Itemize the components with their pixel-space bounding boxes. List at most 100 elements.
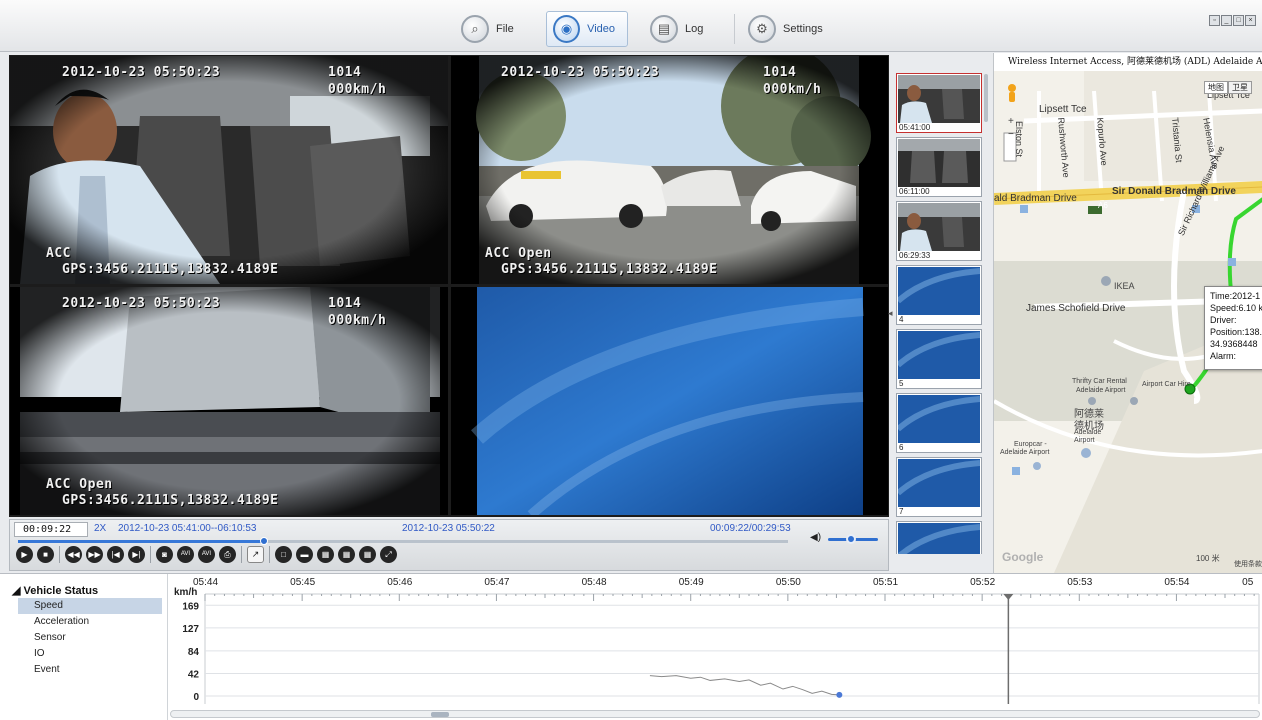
tab-settings[interactable]: ⚙ Settings bbox=[742, 11, 835, 47]
video-acc-status: ACC bbox=[46, 246, 71, 261]
popup-line: Speed:6.10 k bbox=[1210, 303, 1262, 313]
y-tick-label: 127 bbox=[182, 624, 199, 635]
video-gps: GPS:3456.2111S,13832.4189E bbox=[501, 262, 718, 277]
tree-item-speed[interactable]: Speed bbox=[18, 598, 162, 614]
next-icon[interactable]: ▶| bbox=[128, 546, 145, 563]
tree-root[interactable]: ◢ Vehicle Status bbox=[12, 584, 98, 597]
progress-handle[interactable] bbox=[260, 537, 269, 545]
x-tick-label: 05:45 bbox=[290, 577, 315, 588]
speed-series-line bbox=[649, 675, 840, 696]
progress-slider[interactable] bbox=[18, 537, 788, 545]
map-street-label: James Schofield Drive bbox=[1026, 303, 1126, 314]
map-street-label: Sir Donald Bradman Drive bbox=[1112, 186, 1236, 197]
thumbnail-scrollbar[interactable] bbox=[984, 74, 988, 122]
fullscreen-icon[interactable]: ⤢ bbox=[380, 546, 397, 563]
timeline-scrollbar[interactable] bbox=[170, 710, 1260, 718]
avi-icon[interactable]: AVI bbox=[177, 546, 194, 563]
volume-icon[interactable]: ◀) bbox=[810, 532, 821, 543]
zoom-in-button[interactable]: + bbox=[1008, 116, 1014, 127]
thumbnail-item[interactable]: 05:41:00 bbox=[896, 73, 982, 133]
snapshot-icon[interactable]: ◙ bbox=[156, 546, 173, 563]
thumbnail-label: 7 bbox=[899, 507, 904, 516]
cursor-datetime: 2012-10-23 05:50:22 bbox=[402, 523, 495, 534]
thumbnail-item[interactable]: 06:11:00 bbox=[896, 137, 982, 197]
video-channel-id: 1014 bbox=[763, 65, 797, 80]
fast-forward-icon[interactable]: ▶▶ bbox=[86, 546, 103, 563]
layout-1-icon[interactable]: □ bbox=[275, 546, 292, 563]
thumbnail-item[interactable]: 4 bbox=[896, 265, 982, 325]
popup-line: Position:138. bbox=[1210, 327, 1262, 337]
road-badge: A6 bbox=[1098, 201, 1108, 210]
popup-line: Alarm: bbox=[1210, 351, 1237, 361]
popup-line: Time:2012-1 bbox=[1210, 291, 1261, 301]
thumbnail-item[interactable]: 6 bbox=[896, 393, 982, 453]
play-icon[interactable]: ▶ bbox=[16, 546, 33, 563]
pegman-icon[interactable] bbox=[1006, 83, 1018, 105]
satellite-type-button[interactable]: 卫星 bbox=[1228, 81, 1252, 94]
maximize-icon[interactable]: □ bbox=[1233, 15, 1244, 26]
map-type-button[interactable]: 地图 bbox=[1204, 81, 1228, 94]
tab-file-label: File bbox=[496, 23, 514, 35]
minimize-icon[interactable]: _ bbox=[1221, 15, 1232, 26]
tab-log[interactable]: ▤ Log bbox=[644, 11, 715, 47]
chart-icon[interactable]: ↗ bbox=[247, 546, 264, 563]
rewind-icon[interactable]: ◀◀ bbox=[65, 546, 82, 563]
video-channel-2[interactable]: 2012-10-23 05:50:23 1014 000km/h ACC Ope… bbox=[451, 56, 888, 284]
video-channel-1[interactable]: 2012-10-23 05:50:23 1014 000km/h ACC GPS… bbox=[10, 56, 448, 284]
speed-chart-svg[interactable]: 05:44 05:45 05:46 05:47 05:48 05:49 05:50 05:51… bbox=[170, 574, 1262, 711]
video-gps: GPS:3456.2111S,13832.4189E bbox=[62, 493, 279, 508]
control-separator bbox=[269, 546, 270, 563]
thumbnail-item[interactable] bbox=[896, 521, 982, 554]
playback-buttons: ▶ ■ ◀◀ ▶▶ |◀ ▶| ◙ AVI AVI ⎙ ↗ □ ▬ ▦ ▦ ▦ ⤢ bbox=[16, 546, 397, 563]
map-place-label: Airport bbox=[1074, 437, 1095, 444]
layout-9-icon[interactable]: ▦ bbox=[359, 546, 376, 563]
video-timestamp: 2012-10-23 05:50:23 bbox=[62, 296, 221, 311]
layout-4-icon[interactable]: ▦ bbox=[317, 546, 334, 563]
speed-chart[interactable]: 05:44 05:45 05:46 05:47 05:48 05:49 05:50 05:51… bbox=[170, 574, 1262, 720]
stop-icon[interactable]: ■ bbox=[37, 546, 54, 563]
y-tick-label: 0 bbox=[193, 692, 199, 703]
video-channel-3[interactable]: 2012-10-23 05:50:23 1014 000km/h ACC Ope… bbox=[10, 287, 448, 515]
x-tick-label: 05:49 bbox=[679, 577, 704, 588]
video-speed: 000km/h bbox=[328, 82, 387, 97]
map-place-title: Wireless Internet Access, 阿德莱德机场 (ADL) A… bbox=[994, 53, 1262, 71]
close-icon[interactable]: × bbox=[1245, 15, 1256, 26]
y-tick-label: 169 bbox=[182, 601, 199, 612]
volume-handle[interactable] bbox=[845, 534, 856, 544]
thumbnail-label: 05:41:00 bbox=[899, 123, 931, 132]
timeline-scroll-thumb[interactable] bbox=[431, 712, 449, 717]
elapsed-total: 00:09:22/00:29:53 bbox=[710, 523, 791, 534]
tree-item-sensor[interactable]: Sensor bbox=[18, 630, 162, 646]
gear-icon: ⚙ bbox=[748, 15, 776, 43]
thumbnail-image bbox=[898, 203, 980, 251]
print-icon[interactable]: ⎙ bbox=[219, 546, 236, 563]
x-tick-label: 05:47 bbox=[484, 577, 509, 588]
collapse-arrow-icon[interactable]: ◂ bbox=[888, 308, 893, 319]
tree-root-label: Vehicle Status bbox=[23, 585, 99, 597]
video-timestamp: 2012-10-23 05:50:23 bbox=[62, 65, 221, 80]
map-scale: 100 米 bbox=[1196, 554, 1220, 563]
video-channel-4[interactable] bbox=[451, 287, 888, 515]
thumbnail-item[interactable]: 5 bbox=[896, 329, 982, 389]
zoom-out-button[interactable]: − bbox=[1008, 129, 1014, 140]
map-place-label: Europcar - bbox=[1014, 441, 1047, 448]
map-panel[interactable]: Wireless Internet Access, 阿德莱德机场 (ADL) A… bbox=[993, 53, 1262, 573]
restore-icon[interactable]: ▫ bbox=[1209, 15, 1220, 26]
tab-video[interactable]: ◉ Video bbox=[546, 11, 628, 47]
app-window: ⌕ File ◉ Video ▤ Log ⚙ Settings ▫ _ □ × bbox=[0, 0, 1262, 720]
map-terms-link[interactable]: 使用条款 bbox=[1234, 559, 1262, 569]
previous-icon[interactable]: |◀ bbox=[107, 546, 124, 563]
tab-file[interactable]: ⌕ File bbox=[455, 11, 526, 47]
map-place-label: Adelaide Airport bbox=[1000, 449, 1050, 456]
layout-6-icon[interactable]: ▦ bbox=[338, 546, 355, 563]
video-channel-id: 1014 bbox=[328, 65, 362, 80]
map-street-label: Elston St bbox=[1014, 121, 1024, 158]
tree-item-event[interactable]: Event bbox=[18, 662, 162, 678]
layout-2-icon[interactable]: ▬ bbox=[296, 546, 313, 563]
google-logo: Google bbox=[1002, 550, 1044, 564]
tree-item-acceleration[interactable]: Acceleration bbox=[18, 614, 162, 630]
thumbnail-item[interactable]: 7 bbox=[896, 457, 982, 517]
tree-item-io[interactable]: IO bbox=[18, 646, 162, 662]
avi-export-icon[interactable]: AVI bbox=[198, 546, 215, 563]
thumbnail-item[interactable]: 06:29:33 bbox=[896, 201, 982, 261]
